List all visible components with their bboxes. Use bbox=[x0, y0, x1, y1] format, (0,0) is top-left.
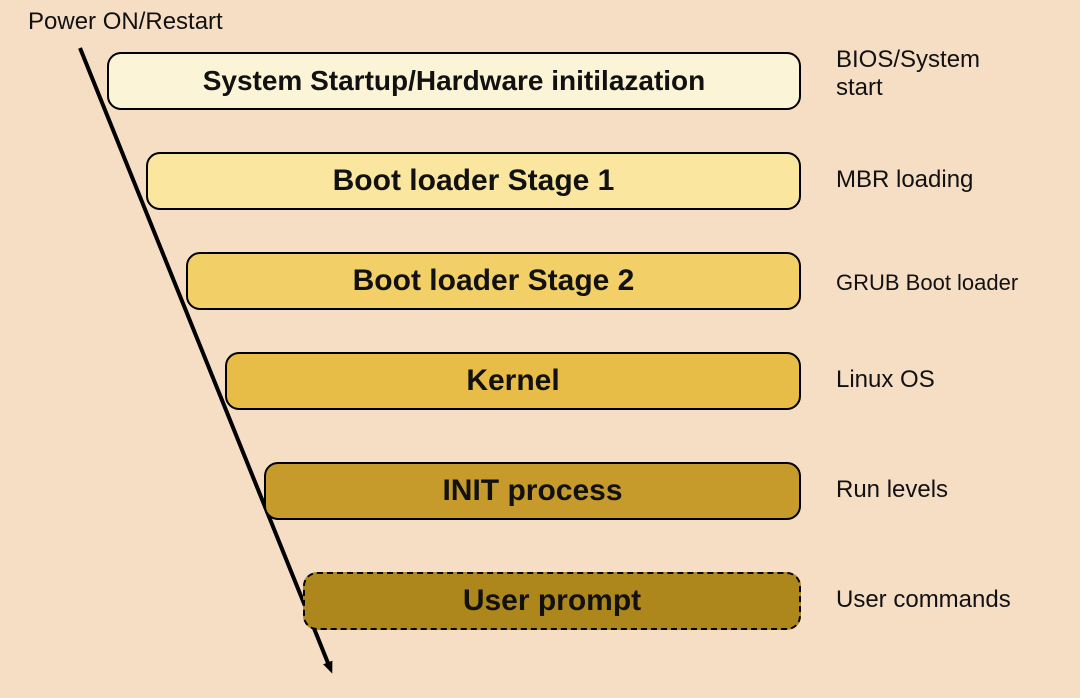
stage-box-init: INIT process bbox=[264, 462, 801, 520]
stage-box-user-prompt: User prompt bbox=[303, 572, 801, 630]
stage-title: Boot loader Stage 1 bbox=[333, 164, 615, 198]
power-on-label: Power ON/Restart bbox=[28, 8, 223, 36]
stage-title: Boot loader Stage 2 bbox=[353, 264, 635, 298]
stage-title: INIT process bbox=[442, 474, 622, 508]
stage-title: System Startup/Hardware initilazation bbox=[203, 65, 706, 97]
stage-desc-linux: Linux OS bbox=[836, 366, 935, 394]
stage-desc-bios: BIOS/Systemstart bbox=[836, 46, 980, 101]
stage-title: Kernel bbox=[466, 364, 559, 398]
stage-desc-runlevels: Run levels bbox=[836, 476, 948, 504]
stage-box-bootloader-2: Boot loader Stage 2 bbox=[186, 252, 801, 310]
stage-title: User prompt bbox=[463, 584, 641, 618]
stage-desc-user-commands: User commands bbox=[836, 586, 1011, 614]
stage-desc-mbr: MBR loading bbox=[836, 166, 973, 194]
stage-box-bootloader-1: Boot loader Stage 1 bbox=[146, 152, 801, 210]
stage-box-kernel: Kernel bbox=[225, 352, 801, 410]
boot-sequence-diagram: Power ON/Restart System Startup/Hardware… bbox=[0, 0, 1080, 698]
stage-box-system-startup: System Startup/Hardware initilazation bbox=[107, 52, 801, 110]
stage-desc-grub: GRUB Boot loader bbox=[836, 270, 1018, 295]
